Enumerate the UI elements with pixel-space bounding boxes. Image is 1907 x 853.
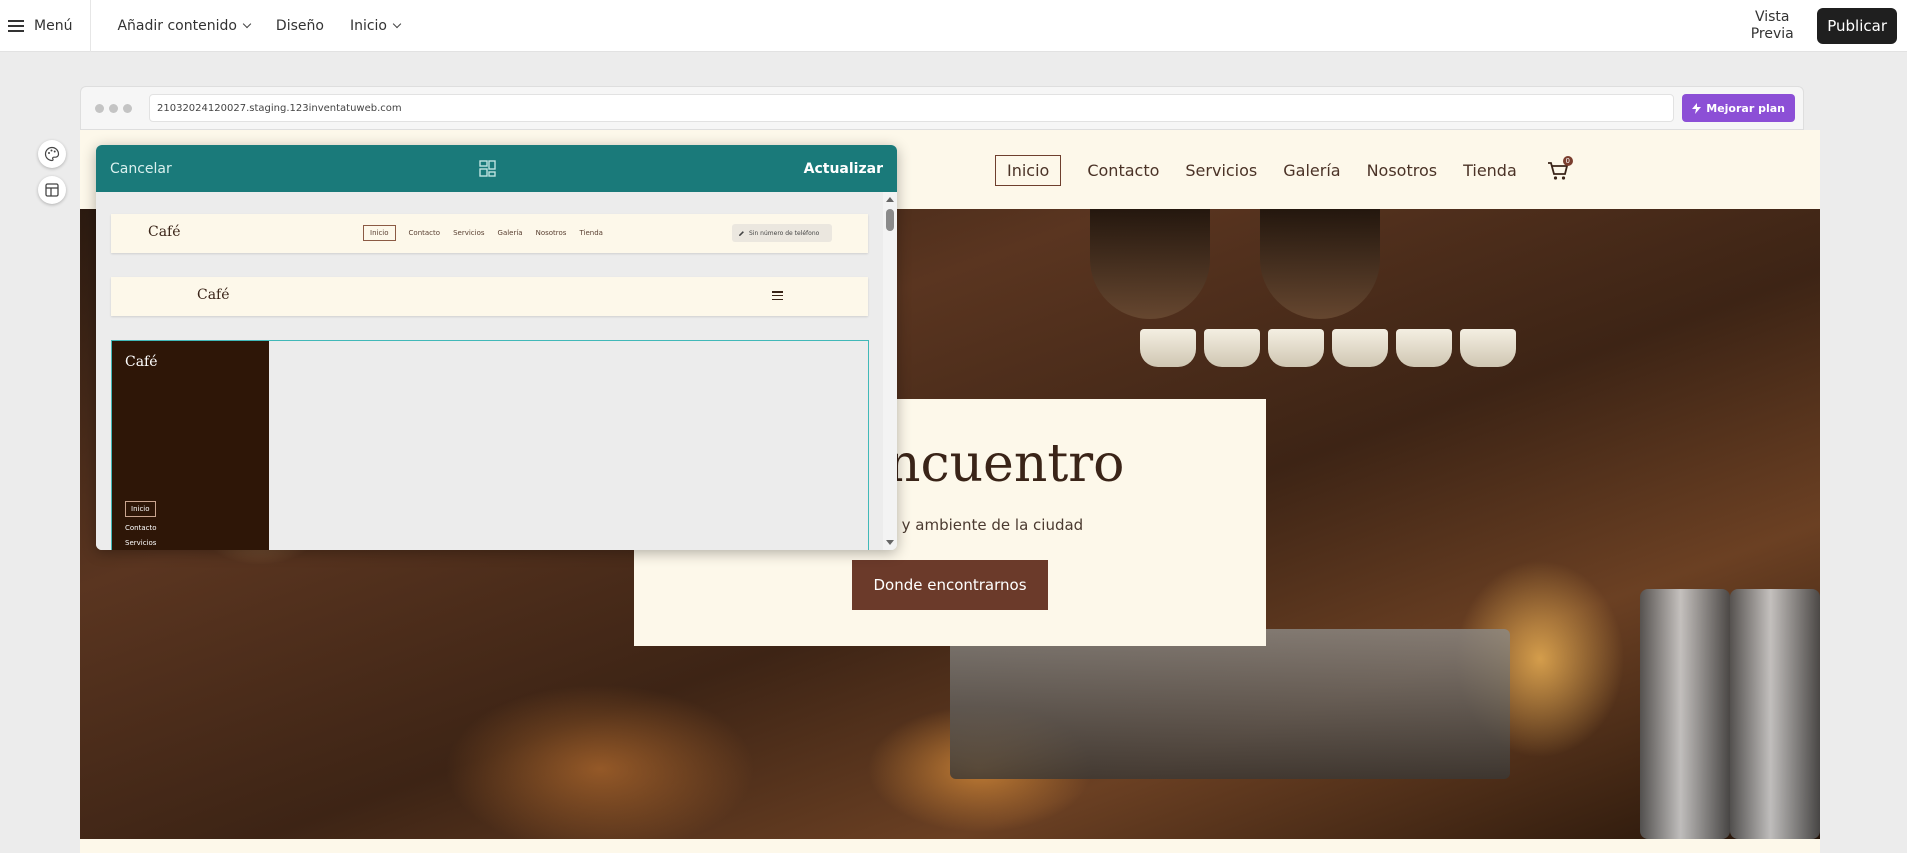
site-nav: Inicio Contacto Servicios Galería Nosotr… [995,155,1573,186]
cart-count-badge: 0 [1562,155,1573,166]
hamburger-icon [8,19,24,32]
cart-button[interactable]: 0 [1547,155,1573,181]
menu-button[interactable]: Menú [0,0,92,52]
hero-image-grinder [1260,209,1380,319]
option-sidebar-nav: Inicio Contacto Servicios [125,501,157,547]
add-content-dropdown[interactable]: Añadir contenido [117,17,252,34]
add-content-label: Añadir contenido [117,17,237,34]
browser-frame: 21032024120027.staging.123inventatuweb.c… [80,86,1804,130]
nav-item-servicios[interactable]: Servicios [1185,161,1257,180]
design-label: Diseño [275,17,324,34]
upgrade-plan-label: Mejorar plan [1706,101,1785,115]
upgrade-plan-button[interactable]: Mejorar plan [1682,94,1795,122]
option-logo: Café [125,354,158,370]
page-selector-label: Inicio [349,17,387,34]
template-grid-icon[interactable] [479,160,496,177]
option-phone-label: Sin número de teléfono [749,229,820,237]
option-nav-item: Servicios [453,229,485,237]
palette-icon [44,146,60,162]
layout-option-sidebar[interactable]: Café Inicio Contacto Servicios [111,340,869,550]
layout-option-horizontal[interactable]: Café Inicio Contacto Servicios Galería N… [111,214,868,253]
option-nav-item: Contacto [408,229,441,237]
cancel-button[interactable]: Cancelar [110,161,172,177]
option-sidebar: Café Inicio Contacto Servicios [112,341,269,550]
nav-item-nosotros[interactable]: Nosotros [1367,161,1438,180]
bolt-icon [1692,102,1702,114]
option-logo: Café [148,224,181,240]
nav-item-tienda[interactable]: Tienda [1463,161,1517,180]
hero-image-pitcher [1640,589,1730,839]
hero-image-cups [1140,329,1516,367]
preview-button[interactable]: Vista Previa [1749,9,1795,43]
hero-image-machine [950,629,1510,779]
scroll-thumb[interactable] [886,209,894,231]
option-nav: Inicio Contacto Servicios Galería Nosotr… [363,225,603,241]
option-nav-item: Servicios [125,539,157,547]
palette-button[interactable] [38,140,66,168]
layout-button[interactable] [38,176,66,204]
nav-item-inicio[interactable]: Inicio [995,155,1062,186]
find-us-button[interactable]: Donde encontrarnos [852,560,1048,610]
layout-options-list[interactable]: Café Inicio Contacto Servicios Galería N… [96,192,897,550]
url-bar: 21032024120027.staging.123inventatuweb.c… [149,94,1675,122]
nav-item-galeria[interactable]: Galería [1283,161,1340,180]
page-selector-dropdown[interactable]: Inicio [349,17,402,34]
pencil-icon [739,230,744,236]
chevron-down-icon [242,19,252,28]
option-nav-item: Inicio [363,225,396,241]
option-nav-item: Galería [497,229,523,237]
scroll-down-arrow-icon[interactable] [886,540,894,545]
design-button[interactable]: Diseño [276,18,324,34]
menu-label: Menú [34,17,73,34]
scroll-up-arrow-icon[interactable] [886,197,894,202]
hero-image-pitcher [1730,589,1820,839]
site-next-section [80,839,1820,853]
layout-icon [45,183,59,197]
chevron-down-icon [392,19,402,28]
panel-scrollbar[interactable] [883,192,897,550]
hamburger-icon [772,291,783,300]
panel-header: Cancelar Actualizar [96,145,897,192]
header-layout-panel: Cancelar Actualizar Café Inicio Contacto… [96,145,897,550]
nav-item-contacto[interactable]: Contacto [1087,161,1159,180]
hero-image-grinder [1090,209,1210,319]
option-nav-item: Contacto [125,524,157,532]
option-nav-item: Nosotros [535,229,567,237]
editor-topbar: Menú Añadir contenido Diseño Inicio Vist… [0,0,1907,52]
option-logo: Café [197,287,230,303]
publish-button[interactable]: Publicar [1817,7,1897,44]
option-phone-button: Sin número de teléfono [732,224,832,242]
option-nav-item: Tienda [579,229,603,237]
layout-option-hamburger[interactable]: Café [111,277,868,316]
option-nav-item: Inicio [125,501,156,517]
window-dots [89,103,149,113]
update-button[interactable]: Actualizar [804,161,883,177]
